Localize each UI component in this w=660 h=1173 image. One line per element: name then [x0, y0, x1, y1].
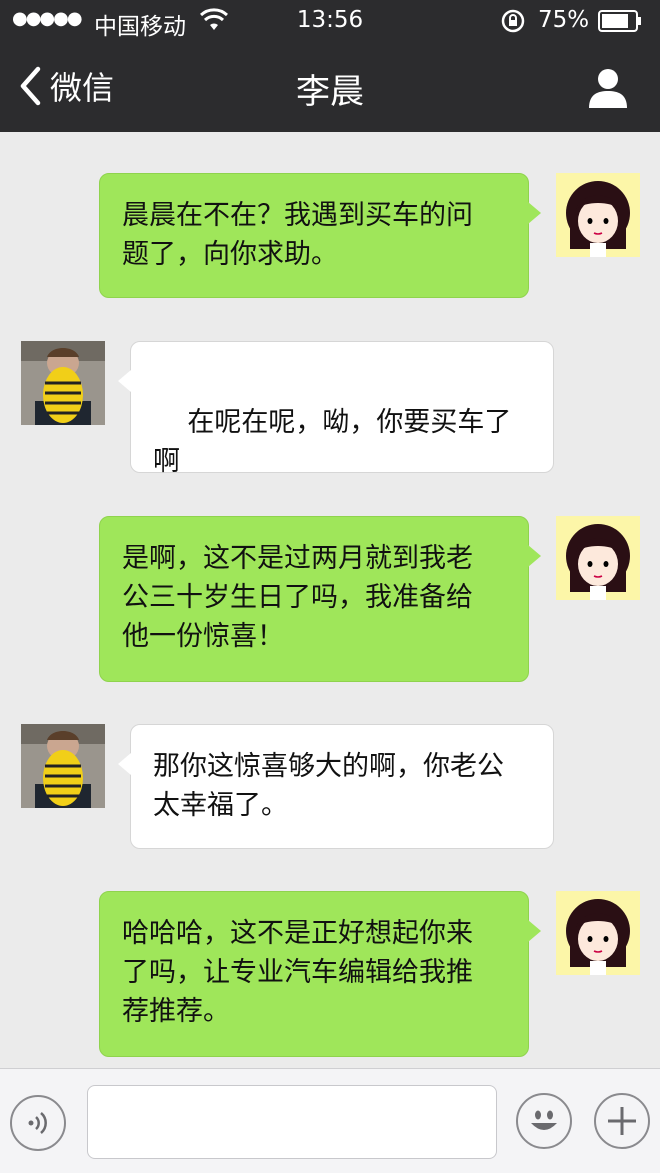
girl-avatar-icon [556, 516, 640, 600]
self-avatar[interactable] [556, 173, 640, 257]
orientation-lock-icon [501, 9, 525, 33]
outgoing-message-bubble[interactable]: 是啊，这不是过两月就到我老 公三十岁生日了吗，我准备给 他一份惊喜！ [99, 516, 541, 682]
plus-icon [608, 1107, 636, 1135]
photo-avatar-icon [21, 724, 105, 808]
battery-icon [598, 10, 641, 32]
incoming-message-bubble[interactable]: 那你这惊喜够大的啊，你老公 太幸福了。 [118, 724, 554, 849]
contact-avatar[interactable] [21, 341, 105, 425]
battery-percentage: 75% [538, 7, 590, 33]
profile-icon[interactable] [586, 66, 630, 110]
incoming-message-bubble[interactable]: 在呢在呢，呦，你要买车了啊 [118, 341, 554, 567]
outgoing-message-bubble[interactable]: 哈哈哈，这不是正好想起你来 了吗，让专业汽车编辑给我推 荐推荐。 [99, 891, 541, 1057]
outgoing-message-bubble[interactable]: 晨晨在不在？我遇到买车的问 题了，向你求助。 [99, 173, 541, 298]
girl-avatar-icon [556, 891, 640, 975]
nav-bar: 微信 李晨 [0, 42, 660, 132]
voice-icon [28, 1112, 47, 1134]
top-header: ●●●●● 中国移动 13:56 75% 微信 李晨 [0, 0, 660, 132]
message-input[interactable] [87, 1085, 497, 1159]
input-bar [0, 1068, 660, 1173]
photo-avatar-icon [21, 341, 105, 425]
self-avatar[interactable] [556, 891, 640, 975]
contact-avatar[interactable] [21, 724, 105, 808]
status-bar: ●●●●● 中国移动 13:56 75% [0, 0, 660, 42]
chat-title: 李晨 [296, 72, 364, 112]
self-avatar[interactable] [556, 516, 640, 600]
voice-button[interactable] [10, 1095, 66, 1151]
message-text: 在呢在呢，呦，你要买车了啊 [153, 407, 512, 477]
more-button[interactable] [594, 1093, 650, 1149]
emoji-icon [531, 1110, 557, 1130]
emoji-button[interactable] [516, 1093, 572, 1149]
girl-avatar-icon [556, 173, 640, 257]
